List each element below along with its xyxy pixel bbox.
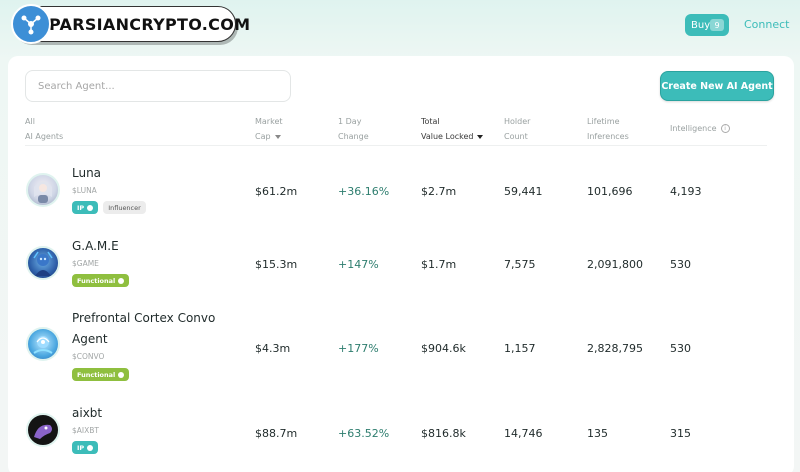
user-icon — [118, 277, 125, 284]
connect-link[interactable]: Connect — [744, 18, 789, 31]
sort-arrow-active-icon — [477, 134, 484, 139]
column-header-intelligence[interactable]: Intelligence i — [670, 121, 730, 136]
functional-badge: Functional — [72, 368, 130, 381]
agents-card: Create New AI Agent All AI Agents Market… — [8, 56, 794, 472]
day-change-value: +147% — [338, 258, 379, 271]
influencer-badge: Influencer — [103, 201, 146, 214]
header-all: All — [25, 117, 35, 126]
table-row[interactable]: Prefrontal Cortex Convo Agent $CONVO Fun… — [8, 306, 794, 394]
lifetime-inferences-value: 2,091,800 — [587, 258, 643, 271]
agent-ticker: $GAME — [72, 259, 99, 268]
ip-badge-label: IP — [77, 443, 85, 452]
lifetime-inferences-value: 101,696 — [587, 185, 633, 198]
agent-ticker: $CONVO — [72, 352, 105, 361]
tvl-value: $2.7m — [421, 185, 457, 198]
ip-badge-label: IP — [77, 203, 85, 212]
intelligence-value: 530 — [670, 258, 691, 271]
market-cap-value: $88.7m — [255, 427, 298, 440]
lifetime-inferences-value: 2,828,795 — [587, 342, 643, 355]
header-divider — [25, 145, 767, 146]
intelligence-value: 4,193 — [670, 185, 702, 198]
user-icon — [87, 204, 94, 211]
column-header-lifetime-inferences[interactable]: Lifetime Inferences — [587, 114, 629, 144]
holder-count-value: 1,157 — [504, 342, 536, 355]
market-cap-value: $61.2m — [255, 185, 298, 198]
ip-badge: IP — [72, 201, 99, 214]
header-cap: Cap — [255, 132, 271, 141]
info-icon[interactable]: i — [720, 124, 730, 133]
holder-count-value: 14,746 — [504, 427, 543, 440]
avatar — [26, 413, 60, 447]
header-count: Count — [504, 132, 528, 141]
agent-badges: IP — [72, 441, 99, 454]
buy-count-badge: 9 — [710, 19, 724, 31]
buy-label: Buy — [691, 19, 711, 31]
user-icon — [118, 371, 125, 378]
ip-badge: IP — [72, 441, 99, 454]
watermark-logo-icon — [11, 4, 51, 44]
agent-ticker: $AIXBT — [72, 426, 99, 435]
tvl-value: $816.8k — [421, 427, 466, 440]
header-inferences: Inferences — [587, 132, 629, 141]
watermark-text: PARSIANCRYPTO.COM — [49, 14, 251, 34]
avatar — [26, 327, 60, 361]
functional-badge-label: Functional — [77, 276, 116, 285]
agent-ticker: $LUNA — [72, 186, 97, 195]
day-change-value: +63.52% — [338, 427, 390, 440]
tvl-value: $1.7m — [421, 258, 457, 271]
header-holder: Holder — [504, 117, 531, 126]
header-change: Change — [338, 132, 369, 141]
agent-badges: Functional — [72, 274, 130, 287]
header-lifetime: Lifetime — [587, 117, 620, 126]
day-change-value: +36.16% — [338, 185, 390, 198]
agent-name-continued[interactable]: Agent — [72, 329, 108, 350]
market-cap-value: $4.3m — [255, 342, 291, 355]
intelligence-value: 530 — [670, 342, 691, 355]
functional-badge-label: Functional — [77, 370, 116, 379]
market-cap-value: $15.3m — [255, 258, 298, 271]
watermark: PARSIANCRYPTO.COM — [11, 4, 250, 44]
day-change-value: +177% — [338, 342, 379, 355]
header-ai-agents: AI Agents — [25, 132, 64, 141]
agent-name[interactable]: Luna — [72, 163, 101, 184]
header-intelligence: Intelligence — [670, 124, 717, 133]
table-row[interactable]: G.A.M.E $GAME Functional $15.3m +147% $1… — [8, 234, 794, 304]
lifetime-inferences-value: 135 — [587, 427, 608, 440]
intelligence-value: 315 — [670, 427, 691, 440]
agent-name[interactable]: Prefrontal Cortex Convo — [72, 308, 215, 329]
agent-badges: IP Influencer — [72, 201, 146, 214]
agent-badges: Functional — [72, 368, 130, 381]
table-row[interactable]: Luna $LUNA IP Influencer $61.2m +36.16% … — [8, 161, 794, 231]
header-value-locked: Value Locked — [421, 132, 474, 141]
table-row[interactable]: aixbt $AIXBT IP $88.7m +63.52% $816.8k 1… — [8, 401, 794, 471]
top-bar: PARSIANCRYPTO.COM Buy 9 Connect — [0, 0, 800, 58]
column-header-tvl[interactable]: Total Value Locked — [421, 114, 484, 144]
functional-badge: Functional — [72, 274, 130, 287]
avatar — [26, 246, 60, 280]
user-icon — [87, 444, 94, 451]
holder-count-value: 59,441 — [504, 185, 543, 198]
search-agent-input[interactable] — [25, 70, 291, 102]
column-header-holder-count[interactable]: Holder Count — [504, 114, 530, 144]
column-header-market-cap[interactable]: Market Cap — [255, 114, 283, 144]
buy-button[interactable]: Buy 9 — [685, 14, 729, 36]
column-header-1-day-change[interactable]: 1 Day Change — [338, 114, 369, 144]
header-1-day: 1 Day — [338, 117, 362, 126]
avatar — [26, 173, 60, 207]
agent-name[interactable]: G.A.M.E — [72, 236, 119, 257]
column-header-agents[interactable]: All AI Agents — [25, 114, 63, 144]
header-market: Market — [255, 117, 283, 126]
tvl-value: $904.6k — [421, 342, 466, 355]
agent-name[interactable]: aixbt — [72, 403, 102, 424]
create-new-ai-agent-button[interactable]: Create New AI Agent — [660, 71, 774, 101]
sort-arrow-icon — [274, 134, 281, 139]
header-total: Total — [421, 117, 440, 126]
holder-count-value: 7,575 — [504, 258, 536, 271]
